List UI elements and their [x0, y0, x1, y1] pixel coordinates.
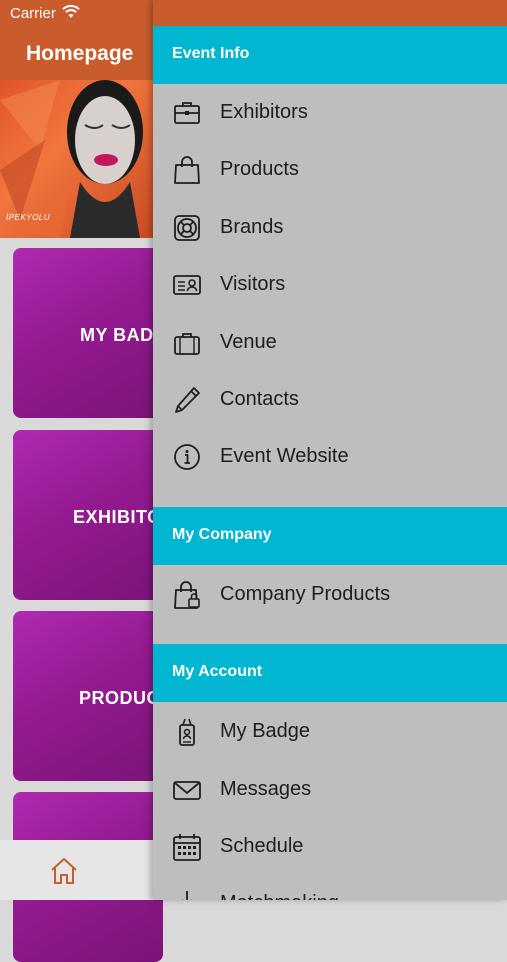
tile-my-badge[interactable]: MY BADGE [13, 248, 163, 418]
menu-item-products[interactable]: Products [153, 141, 507, 198]
lifebuoy-icon [174, 215, 200, 241]
menu-item-matchmaking[interactable]: Matchmaking [153, 875, 507, 900]
section-header-event-info: Event Info [153, 26, 507, 84]
menu-item-contacts[interactable]: Contacts [153, 371, 507, 428]
menu-label: Exhibitors [220, 101, 308, 123]
menu-item-event-website[interactable]: Event Website [153, 428, 507, 485]
menu-item-my-badge[interactable]: My Badge [153, 703, 507, 760]
tile-label: PRODUCTS [79, 688, 163, 708]
menu-label: Visitors [220, 273, 286, 295]
calendar-icon [173, 834, 201, 861]
id-card-icon [173, 275, 201, 295]
menu-item-visitors[interactable]: Visitors [153, 256, 507, 313]
pen-icon [175, 387, 200, 413]
tile-products[interactable]: PRODUCTS [13, 611, 163, 781]
page-title: Homepage [26, 42, 134, 65]
menu-item-exhibitors[interactable]: Exhibitors [153, 84, 507, 141]
menu-label: Messages [220, 778, 312, 800]
menu-label: Schedule [220, 835, 304, 857]
download-icon [182, 891, 192, 900]
briefcase-icon [174, 102, 200, 124]
tile-exhibitors[interactable]: EXHIBITORS [13, 430, 163, 600]
menu-item-schedule[interactable]: Schedule [153, 818, 507, 875]
menu-item-company-products[interactable]: Company Products [153, 566, 507, 623]
model-face-image [67, 80, 143, 238]
section-title: My Company [172, 526, 272, 543]
menu-label: Event Website [220, 445, 349, 467]
menu-item-messages[interactable]: Messages [153, 761, 507, 818]
home-tiles: MY BADGE EXHIBITORS PRODUCTS [0, 238, 163, 962]
menu-label: Matchmaking [220, 892, 339, 900]
tile-label: EXHIBITORS [73, 507, 163, 527]
bag-lock-icon [174, 581, 200, 609]
section-title: Event Info [172, 45, 250, 62]
side-drawer: Event Info Exhibitors Products Brands Vi… [153, 0, 507, 900]
menu-label: Brands [220, 216, 284, 238]
menu-label: Company Products [220, 583, 391, 605]
tab-bar [0, 840, 153, 900]
shopping-bag-icon [174, 156, 200, 184]
menu-label: Products [220, 158, 299, 180]
section-header-my-account: My Account [153, 644, 507, 702]
section-title: My Account [172, 663, 263, 680]
home-icon[interactable] [49, 856, 79, 886]
drawer-status-strip [153, 0, 507, 26]
section-header-my-company: My Company [153, 507, 507, 565]
envelope-icon [173, 781, 201, 800]
info-icon [174, 444, 200, 470]
suitcase-icon [174, 333, 200, 355]
tile-label: MY BADGE [80, 325, 163, 345]
menu-label: My Badge [220, 720, 311, 742]
menu-label: Venue [220, 331, 277, 353]
hero-banner[interactable]: İPEKYOLU [0, 80, 153, 238]
hero-brand-text: İPEKYOLU [6, 213, 51, 222]
badge-icon [179, 718, 195, 746]
menu-item-brands[interactable]: Brands [153, 199, 507, 256]
menu-label: Contacts [220, 388, 299, 410]
menu-item-venue[interactable]: Venue [153, 314, 507, 371]
